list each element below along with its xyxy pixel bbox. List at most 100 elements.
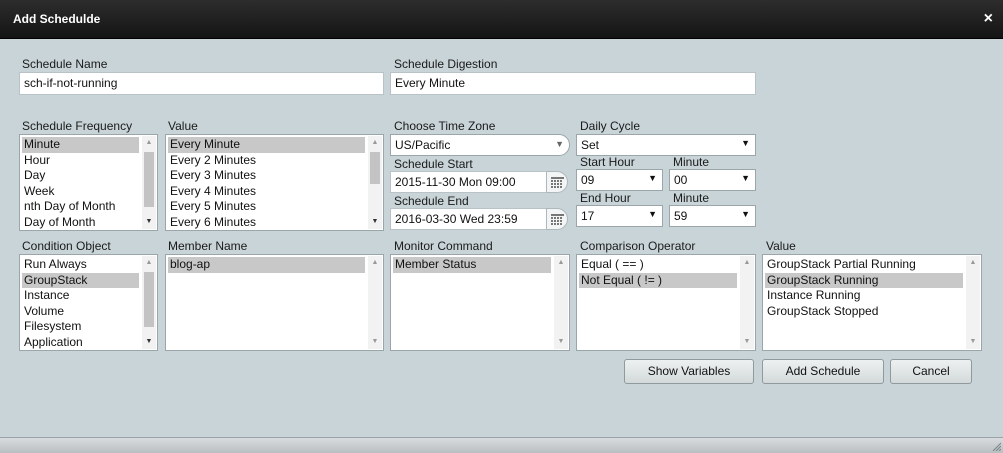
cancel-button[interactable]: Cancel bbox=[890, 359, 972, 384]
scroll-down-icon[interactable]: ▼ bbox=[142, 335, 156, 349]
list-item[interactable]: Hour bbox=[22, 153, 139, 169]
scrollbar[interactable]: ▲ ▼ bbox=[740, 256, 754, 349]
condition-object-label: Condition Object bbox=[22, 239, 111, 253]
list-item[interactable]: Member Status bbox=[393, 257, 551, 273]
list-item[interactable]: Filesystem bbox=[22, 319, 139, 335]
scroll-up-icon[interactable]: ▲ bbox=[142, 136, 156, 150]
scroll-up-icon[interactable]: ▲ bbox=[740, 256, 754, 270]
scroll-up-icon[interactable]: ▲ bbox=[368, 136, 382, 150]
scroll-down-icon[interactable]: ▼ bbox=[368, 335, 382, 349]
list-item[interactable]: Every 3 Minutes bbox=[168, 168, 365, 184]
scrollbar-thumb[interactable] bbox=[144, 272, 154, 327]
end-minute-label: Minute bbox=[673, 191, 710, 205]
resize-grip-icon[interactable] bbox=[991, 441, 1001, 451]
list-item[interactable]: Every 4 Minutes bbox=[168, 184, 365, 200]
end-minute-select[interactable]: 59 ▼ bbox=[669, 205, 756, 227]
scroll-down-icon[interactable]: ▼ bbox=[368, 215, 382, 229]
schedule-name-label: Schedule Name bbox=[22, 57, 108, 71]
daily-cycle-value: Set bbox=[581, 138, 600, 152]
scroll-down-icon[interactable]: ▼ bbox=[966, 335, 980, 349]
schedule-digestion-input[interactable]: Every Minute bbox=[390, 72, 756, 95]
scroll-down-icon[interactable]: ▼ bbox=[554, 335, 568, 349]
end-hour-value: 17 bbox=[581, 209, 595, 223]
start-minute-value: 00 bbox=[674, 173, 688, 187]
list-item[interactable]: Every 6 Minutes bbox=[168, 215, 365, 231]
schedule-end-label: Schedule End bbox=[394, 194, 469, 208]
scrollbar-thumb[interactable] bbox=[144, 152, 154, 207]
list-item[interactable]: Volume bbox=[22, 304, 139, 320]
schedule-digestion-label: Schedule Digestion bbox=[394, 57, 498, 71]
scroll-down-icon[interactable]: ▼ bbox=[142, 215, 156, 229]
list-item[interactable]: Every 5 Minutes bbox=[168, 199, 365, 215]
scroll-up-icon[interactable]: ▲ bbox=[142, 256, 156, 270]
dialog-footer bbox=[0, 437, 1003, 453]
chevron-down-icon: ▼ bbox=[555, 139, 564, 149]
start-minute-label: Minute bbox=[673, 155, 710, 169]
end-minute-value: 59 bbox=[674, 209, 688, 223]
chevron-down-icon: ▼ bbox=[741, 173, 750, 183]
list-item[interactable]: Instance Running bbox=[765, 288, 963, 304]
scroll-down-icon[interactable]: ▼ bbox=[740, 335, 754, 349]
scroll-up-icon[interactable]: ▲ bbox=[368, 256, 382, 270]
time-zone-label: Choose Time Zone bbox=[394, 119, 496, 133]
scrollbar[interactable]: ▲ ▼ bbox=[966, 256, 980, 349]
start-hour-select[interactable]: 09 ▼ bbox=[576, 169, 663, 191]
time-zone-select[interactable]: US/Pacific ▼ bbox=[390, 134, 570, 156]
schedule-frequency-label: Schedule Frequency bbox=[22, 119, 133, 133]
comparison-operator-label: Comparison Operator bbox=[580, 239, 696, 253]
monitor-command-list[interactable]: Member Status ▲ ▼ bbox=[390, 254, 570, 351]
list-item[interactable]: GroupStack Partial Running bbox=[765, 257, 963, 273]
chevron-down-icon: ▼ bbox=[648, 209, 657, 219]
list-item[interactable]: Day of Month bbox=[22, 215, 139, 231]
chevron-down-icon: ▼ bbox=[741, 209, 750, 219]
comparison-operator-list[interactable]: Equal ( == ) Not Equal ( != ) ▲ ▼ bbox=[576, 254, 756, 351]
condition-object-list[interactable]: Run Always GroupStack Instance Volume Filesy… bbox=[19, 254, 158, 351]
list-item[interactable]: Every 2 Minutes bbox=[168, 153, 365, 169]
list-item[interactable]: Equal ( == ) bbox=[579, 257, 737, 273]
scrollbar[interactable]: ▲ ▼ bbox=[368, 136, 382, 229]
list-item[interactable]: Week bbox=[22, 184, 139, 200]
list-item[interactable]: GroupStack bbox=[22, 272, 139, 288]
end-hour-select[interactable]: 17 ▼ bbox=[576, 205, 663, 227]
scrollbar[interactable]: ▲ ▼ bbox=[142, 256, 156, 349]
show-variables-button[interactable]: Show Variables bbox=[624, 359, 754, 384]
chevron-down-icon: ▼ bbox=[741, 138, 750, 148]
schedule-name-input[interactable]: sch-if-not-running bbox=[19, 72, 384, 95]
list-item[interactable]: Not Equal ( != ) bbox=[579, 272, 737, 288]
schedule-frequency-list[interactable]: Minute Hour Day Week nth Day of Month Day of … bbox=[19, 134, 158, 231]
list-item[interactable]: Every Minute bbox=[168, 137, 365, 153]
list-item[interactable]: Run Always bbox=[22, 257, 139, 273]
schedule-end-input[interactable]: 2016-03-30 Wed 23:59 bbox=[390, 208, 547, 230]
calendar-icon[interactable] bbox=[546, 171, 568, 193]
close-icon[interactable]: × bbox=[984, 10, 993, 28]
schedule-start-input[interactable]: 2015-11-30 Mon 09:00 bbox=[390, 171, 547, 193]
scrollbar-thumb[interactable] bbox=[370, 152, 380, 184]
schedule-start-label: Schedule Start bbox=[394, 157, 473, 171]
member-name-list[interactable]: blog-ap ▲ ▼ bbox=[165, 254, 384, 351]
member-name-label: Member Name bbox=[168, 239, 248, 253]
list-item[interactable]: Instance bbox=[22, 288, 139, 304]
list-item[interactable]: GroupStack Stopped bbox=[765, 304, 963, 320]
scrollbar[interactable]: ▲ ▼ bbox=[142, 136, 156, 229]
start-minute-select[interactable]: 00 ▼ bbox=[669, 169, 756, 191]
list-item[interactable]: Minute bbox=[22, 137, 139, 153]
start-hour-value: 09 bbox=[581, 173, 595, 187]
list-item[interactable]: nth Day of Month bbox=[22, 199, 139, 215]
dialog-title: Add Schedulde bbox=[13, 12, 101, 26]
list-item[interactable]: GroupStack Running bbox=[765, 272, 963, 288]
monitor-command-label: Monitor Command bbox=[394, 239, 493, 253]
value-list-bottom[interactable]: GroupStack Partial Running GroupStack Run… bbox=[762, 254, 982, 351]
daily-cycle-select[interactable]: Set ▼ bbox=[576, 134, 756, 156]
add-schedule-button[interactable]: Add Schedule bbox=[762, 359, 884, 384]
scroll-up-icon[interactable]: ▲ bbox=[554, 256, 568, 270]
chevron-down-icon: ▼ bbox=[648, 173, 657, 183]
value-list-top[interactable]: Every Minute Every 2 Minutes Every 3 Minut… bbox=[165, 134, 384, 231]
list-item[interactable]: blog-ap bbox=[168, 257, 365, 273]
scroll-up-icon[interactable]: ▲ bbox=[966, 256, 980, 270]
list-item[interactable]: Day bbox=[22, 168, 139, 184]
value-label-bottom: Value bbox=[766, 239, 796, 253]
scrollbar[interactable]: ▲ ▼ bbox=[554, 256, 568, 349]
list-item[interactable]: Application bbox=[22, 335, 139, 351]
scrollbar[interactable]: ▲ ▼ bbox=[368, 256, 382, 349]
calendar-icon[interactable] bbox=[546, 208, 568, 230]
